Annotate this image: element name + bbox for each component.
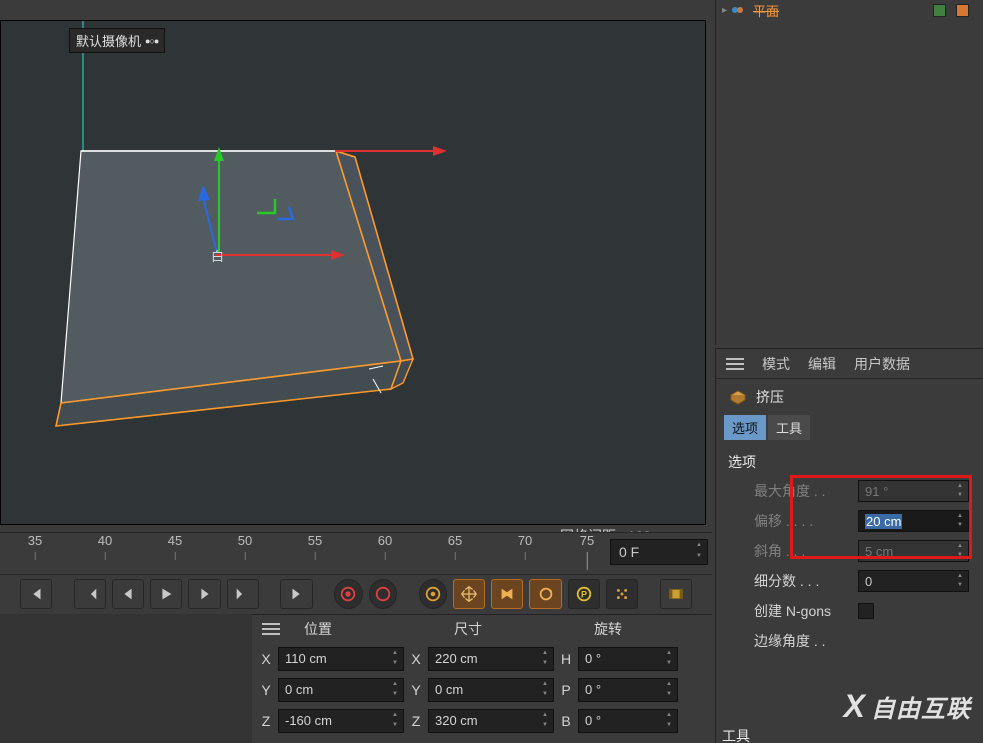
menu-edit[interactable]: 编辑 [808, 354, 836, 374]
watermark-text: 自由互联 [871, 689, 971, 724]
coordinate-manager: 位置 尺寸 旋转 X 110 cm▲▼ X 220 cm▲▼ H 0 °▲▼ Y… [252, 614, 712, 742]
viewport-container: 白 网格间距 : 100 cm 默认摄像机 ●○● [0, 0, 712, 532]
pos-z-input[interactable]: -160 cm▲▼ [278, 709, 404, 733]
attribute-tabs: 选项 工具 [716, 415, 983, 446]
attribute-menu-bar: 模式 编辑 用户数据 [716, 349, 983, 379]
section-options-title: 选项 [716, 446, 983, 476]
axis-center-label: 白 [211, 249, 224, 264]
param-offset: 偏移 . . . . 20 cm▲▼ [716, 506, 983, 536]
goto-start-button[interactable] [20, 579, 52, 609]
object-name[interactable]: 平面 [749, 1, 783, 20]
ngons-checkbox[interactable] [858, 603, 874, 619]
plane-object-icon [731, 3, 745, 17]
object-manager: ▸ 平面 [715, 0, 983, 345]
coord-header: 位置 尺寸 旋转 [252, 615, 712, 643]
attribute-manager: 模式 编辑 用户数据 挤压 选项 工具 选项 最大角度 . . 91 °▲▼ 偏… [715, 348, 983, 743]
tool-name-label: 挤压 [756, 387, 784, 407]
coord-menu-icon[interactable] [262, 623, 280, 635]
current-frame-input[interactable]: 0 F▲▼ [610, 539, 708, 565]
prev-key-button[interactable] [74, 579, 106, 609]
next-frame-button[interactable] [188, 579, 220, 609]
record-key-button[interactable] [334, 579, 362, 609]
bevel-label: 斜角 . . . [754, 541, 852, 561]
next-key-button[interactable] [227, 579, 259, 609]
offset-label: 偏移 . . . . [754, 511, 852, 531]
header-rotation: 旋转 [574, 619, 702, 639]
visibility-dots[interactable] [933, 4, 983, 17]
param-max-angle: 最大角度 . . 91 °▲▼ [716, 476, 983, 506]
keyframe-selection-button[interactable] [419, 579, 447, 609]
param-rec-button[interactable]: P [568, 579, 600, 609]
menu-icon[interactable] [726, 358, 744, 370]
param-subdiv: 细分数 . . . 0▲▼ [716, 566, 983, 596]
max-angle-input[interactable]: 91 °▲▼ [858, 480, 969, 502]
tab-options[interactable]: 选项 [724, 415, 766, 440]
rot-h-input[interactable]: 0 °▲▼ [578, 647, 678, 671]
viewport-canvas: 白 [1, 21, 707, 526]
section-tool-title: 工具 [722, 726, 750, 743]
extrude-icon [728, 387, 748, 407]
param-bevel: 斜角 . . . 5 cm▲▼ [716, 536, 983, 566]
size-y-input[interactable]: 0 cm▲▼ [428, 678, 554, 702]
coord-row-x: X 110 cm▲▼ X 220 cm▲▼ H 0 °▲▼ [252, 643, 712, 674]
play-button[interactable] [150, 579, 182, 609]
viewport-3d[interactable]: 白 网格间距 : 100 cm [0, 20, 706, 525]
svg-text:P: P [581, 589, 587, 599]
pos-x-input[interactable]: 110 cm▲▼ [278, 647, 404, 671]
menu-mode[interactable]: 模式 [762, 354, 790, 374]
subdiv-input[interactable]: 0▲▼ [858, 570, 969, 592]
transport-bar: P [0, 574, 712, 612]
size-x-input[interactable]: 220 cm▲▼ [428, 647, 554, 671]
goto-end-button[interactable] [280, 579, 312, 609]
header-position: 位置 [296, 619, 412, 639]
timeline-ticks: 35 40 45 50 55 60 65 70 75 [0, 533, 602, 573]
offset-input[interactable]: 20 cm▲▼ [858, 510, 969, 532]
bottom-left-panel [0, 614, 252, 743]
tool-header: 挤压 [716, 379, 983, 415]
param-edge-angle: 边缘角度 . . [716, 626, 983, 656]
prev-frame-button[interactable] [112, 579, 144, 609]
editor-vis-icon[interactable] [933, 4, 946, 17]
menu-userdata[interactable]: 用户数据 [854, 354, 910, 374]
camera-dots-icon: ●○● [145, 36, 158, 46]
position-rec-button[interactable] [453, 579, 485, 609]
scene-object-row[interactable]: ▸ 平面 [716, 0, 983, 20]
watermark-x-icon: X [844, 688, 865, 725]
param-ngons: 创建 N-gons [716, 596, 983, 626]
camera-name: 默认摄像机 [76, 31, 141, 50]
rot-p-input[interactable]: 0 °▲▼ [578, 678, 678, 702]
timeline[interactable]: 35 40 45 50 55 60 65 70 75 0 F▲▼ [0, 532, 712, 572]
expand-icon[interactable]: ▸ [722, 5, 727, 16]
scale-rec-button[interactable] [491, 579, 523, 609]
bevel-input[interactable]: 5 cm▲▼ [858, 540, 969, 562]
autokey-button[interactable] [369, 579, 397, 609]
max-angle-label: 最大角度 . . [754, 481, 852, 501]
watermark: X 自由互联 [844, 688, 971, 725]
coord-row-z: Z -160 cm▲▼ Z 320 cm▲▼ B 0 °▲▼ [252, 705, 712, 736]
render-button[interactable] [660, 579, 692, 609]
camera-label[interactable]: 默认摄像机 ●○● [69, 28, 165, 53]
subdiv-label: 细分数 . . . [754, 571, 852, 591]
tab-tool[interactable]: 工具 [768, 415, 810, 440]
pla-rec-button[interactable] [606, 579, 638, 609]
ngons-label: 创建 N-gons [754, 601, 852, 621]
rotation-rec-button[interactable] [529, 579, 561, 609]
pos-y-input[interactable]: 0 cm▲▼ [278, 678, 404, 702]
header-size: 尺寸 [424, 619, 562, 639]
render-vis-icon[interactable] [956, 4, 969, 17]
edge-angle-label: 边缘角度 . . [754, 631, 852, 651]
size-z-input[interactable]: 320 cm▲▼ [428, 709, 554, 733]
coord-row-y: Y 0 cm▲▼ Y 0 cm▲▼ P 0 °▲▼ [252, 674, 712, 705]
rot-b-input[interactable]: 0 °▲▼ [578, 709, 678, 733]
